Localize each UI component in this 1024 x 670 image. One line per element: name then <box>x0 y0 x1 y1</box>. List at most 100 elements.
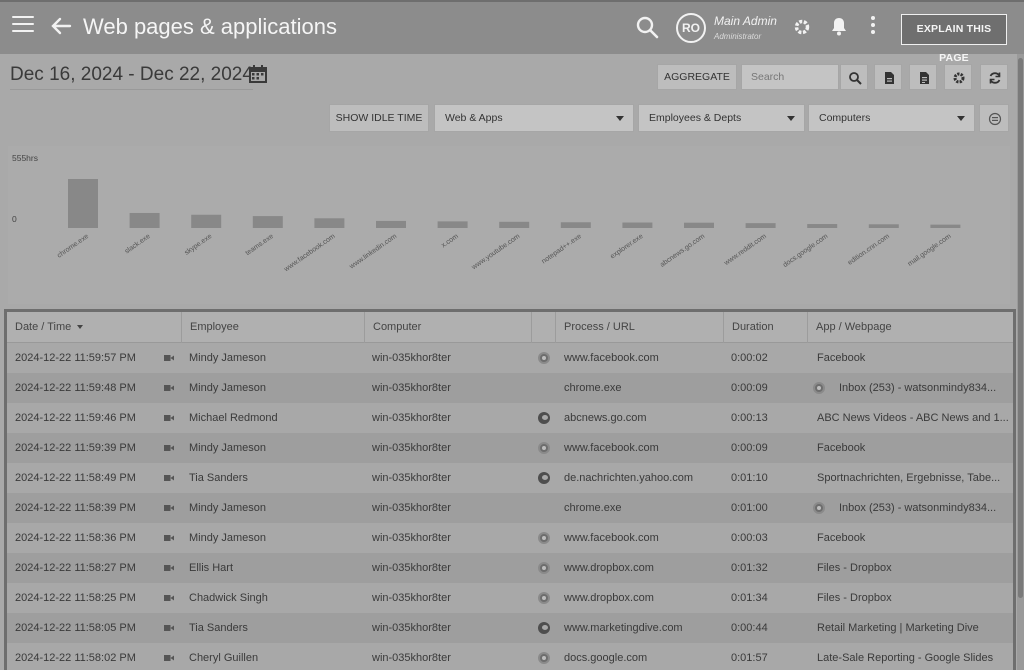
column-header-employee[interactable]: Employee <box>182 312 365 343</box>
row-process-url[interactable]: www.facebook.com <box>564 343 719 373</box>
explain-page-button[interactable]: EXPLAIN THIS PAGE <box>901 14 1007 64</box>
row-app-webpage: Facebook <box>817 352 866 364</box>
aggregate-button[interactable]: AGGREGATE <box>657 64 737 90</box>
row-employee[interactable]: Mindy Jameson <box>189 523 359 553</box>
back-arrow-icon[interactable] <box>50 9 72 45</box>
export-file-button[interactable] <box>909 64 937 90</box>
chart-bar[interactable] <box>437 221 468 228</box>
chart-bar[interactable] <box>745 223 776 228</box>
video-camera-icon[interactable] <box>164 504 174 512</box>
chart-bar[interactable] <box>191 214 222 228</box>
column-header-computer[interactable]: Computer <box>365 312 532 343</box>
table-row[interactable]: 2024-12-22 11:58:25 PM Chadwick Singh win-… <box>7 583 1013 613</box>
refresh-button[interactable] <box>980 64 1008 90</box>
chart-bar[interactable] <box>499 221 530 228</box>
row-employee[interactable]: Chadwick Singh <box>189 583 359 613</box>
video-camera-icon[interactable] <box>164 384 174 392</box>
x-tick-label: x.com <box>440 233 459 250</box>
table-row[interactable]: 2024-12-22 11:58:05 PM Tia Sanders win-035… <box>7 613 1013 643</box>
column-header-process[interactable]: Process / URL <box>556 312 724 343</box>
row-process-url[interactable]: chrome.exe <box>564 373 719 403</box>
video-camera-icon[interactable] <box>164 654 174 662</box>
row-process-url[interactable]: abcnews.go.com <box>564 403 719 433</box>
row-employee[interactable]: Cheryl Guillen <box>189 643 359 670</box>
row-employee[interactable]: Mindy Jameson <box>189 433 359 463</box>
scrollbar-thumb[interactable] <box>1018 58 1023 598</box>
table-row[interactable]: 2024-12-22 11:58:49 PM Tia Sanders win-035… <box>7 463 1013 493</box>
video-camera-icon[interactable] <box>164 624 174 632</box>
row-process-url[interactable]: www.facebook.com <box>564 433 719 463</box>
video-camera-icon[interactable] <box>164 444 174 452</box>
video-camera-icon[interactable] <box>164 564 174 572</box>
column-header-datetime[interactable]: Date / Time <box>7 312 182 343</box>
refresh-icon <box>989 72 1001 84</box>
employees-select[interactable]: Employees & Depts <box>638 104 805 132</box>
table-row[interactable]: 2024-12-22 11:59:48 PM Mindy Jameson win-0… <box>7 373 1013 403</box>
table-row[interactable]: 2024-12-22 11:59:46 PM Michael Redmond win… <box>7 403 1013 433</box>
chart-bar[interactable] <box>314 218 345 228</box>
row-datetime: 2024-12-22 11:58:05 PM <box>15 622 136 634</box>
table-row[interactable]: 2024-12-22 11:59:57 PM Mindy Jameson win-0… <box>7 343 1013 373</box>
video-camera-icon[interactable] <box>164 354 174 362</box>
row-process-url[interactable]: www.dropbox.com <box>564 553 719 583</box>
calendar-icon[interactable] <box>248 64 268 84</box>
chart-bar[interactable] <box>868 224 899 228</box>
avatar[interactable]: RO <box>676 13 706 43</box>
row-process-url[interactable]: www.marketingdive.com <box>564 613 719 643</box>
row-employee[interactable]: Ellis Hart <box>189 553 359 583</box>
column-header-duration[interactable]: Duration <box>724 312 808 343</box>
chart-bar[interactable] <box>684 222 714 228</box>
chart-bar[interactable] <box>622 222 653 228</box>
row-employee[interactable]: Tia Sanders <box>189 463 359 493</box>
row-duration: 0:01:57 <box>731 652 768 664</box>
bell-icon[interactable] <box>830 16 848 36</box>
row-process-url[interactable]: docs.google.com <box>564 643 719 670</box>
settings-button[interactable] <box>944 64 972 90</box>
x-tick-label: abcnews.go.com <box>659 233 706 269</box>
row-duration: 0:01:10 <box>731 472 768 484</box>
more-options-icon[interactable] <box>871 16 877 36</box>
table-row[interactable]: 2024-12-22 11:58:27 PM Ellis Hart win-035k… <box>7 553 1013 583</box>
export-pdf-button[interactable] <box>874 64 902 90</box>
chart-bar[interactable] <box>129 212 160 228</box>
date-range-picker[interactable]: Dec 16, 2024 - Dec 22, 2024 <box>10 64 253 90</box>
column-settings-button[interactable] <box>979 104 1009 132</box>
show-idle-time-button[interactable]: SHOW IDLE TIME <box>329 104 429 132</box>
search-button[interactable] <box>840 64 868 90</box>
video-camera-icon[interactable] <box>164 414 174 422</box>
table-row[interactable]: 2024-12-22 11:58:39 PM Mindy Jameson win-0… <box>7 493 1013 523</box>
search-input[interactable]: Search <box>741 64 839 90</box>
gear-icon[interactable] <box>792 17 812 37</box>
chart-bar[interactable] <box>560 222 591 228</box>
row-employee[interactable]: Mindy Jameson <box>189 373 359 403</box>
computers-select[interactable]: Computers <box>808 104 975 132</box>
hamburger-menu-icon[interactable] <box>12 16 34 36</box>
page-scrollbar[interactable] <box>1017 54 1024 670</box>
search-icon[interactable] <box>635 15 659 39</box>
column-header-employee-label: Employee <box>190 321 239 333</box>
row-employee[interactable]: Tia Sanders <box>189 613 359 643</box>
table-row[interactable]: 2024-12-22 11:58:02 PM Cheryl Guillen win-… <box>7 643 1013 670</box>
row-employee[interactable]: Mindy Jameson <box>189 343 359 373</box>
row-employee[interactable]: Mindy Jameson <box>189 493 359 523</box>
column-header-app[interactable]: App / Webpage <box>808 312 1013 343</box>
row-process-url[interactable]: www.facebook.com <box>564 523 719 553</box>
row-process-url[interactable]: de.nachrichten.yahoo.com <box>564 463 719 493</box>
chevron-down-icon <box>957 116 965 121</box>
video-camera-icon[interactable] <box>164 594 174 602</box>
chart-bar[interactable] <box>807 224 838 228</box>
chart-bar[interactable] <box>252 216 283 228</box>
table-row[interactable]: 2024-12-22 11:58:36 PM Mindy Jameson win-0… <box>7 523 1013 553</box>
row-process-url[interactable]: chrome.exe <box>564 493 719 523</box>
chart-bar[interactable] <box>376 220 406 228</box>
chart-bar[interactable] <box>930 224 961 228</box>
row-employee[interactable]: Michael Redmond <box>189 403 359 433</box>
video-camera-icon[interactable] <box>164 534 174 542</box>
video-camera-icon[interactable] <box>164 474 174 482</box>
settings-circle-icon <box>988 112 1002 126</box>
table-row[interactable]: 2024-12-22 11:59:39 PM Mindy Jameson win-0… <box>7 433 1013 463</box>
chart-bar[interactable] <box>68 179 98 228</box>
row-process-url[interactable]: www.dropbox.com <box>564 583 719 613</box>
row-duration: 0:01:32 <box>731 562 768 574</box>
web-apps-select[interactable]: Web & Apps <box>434 104 634 132</box>
